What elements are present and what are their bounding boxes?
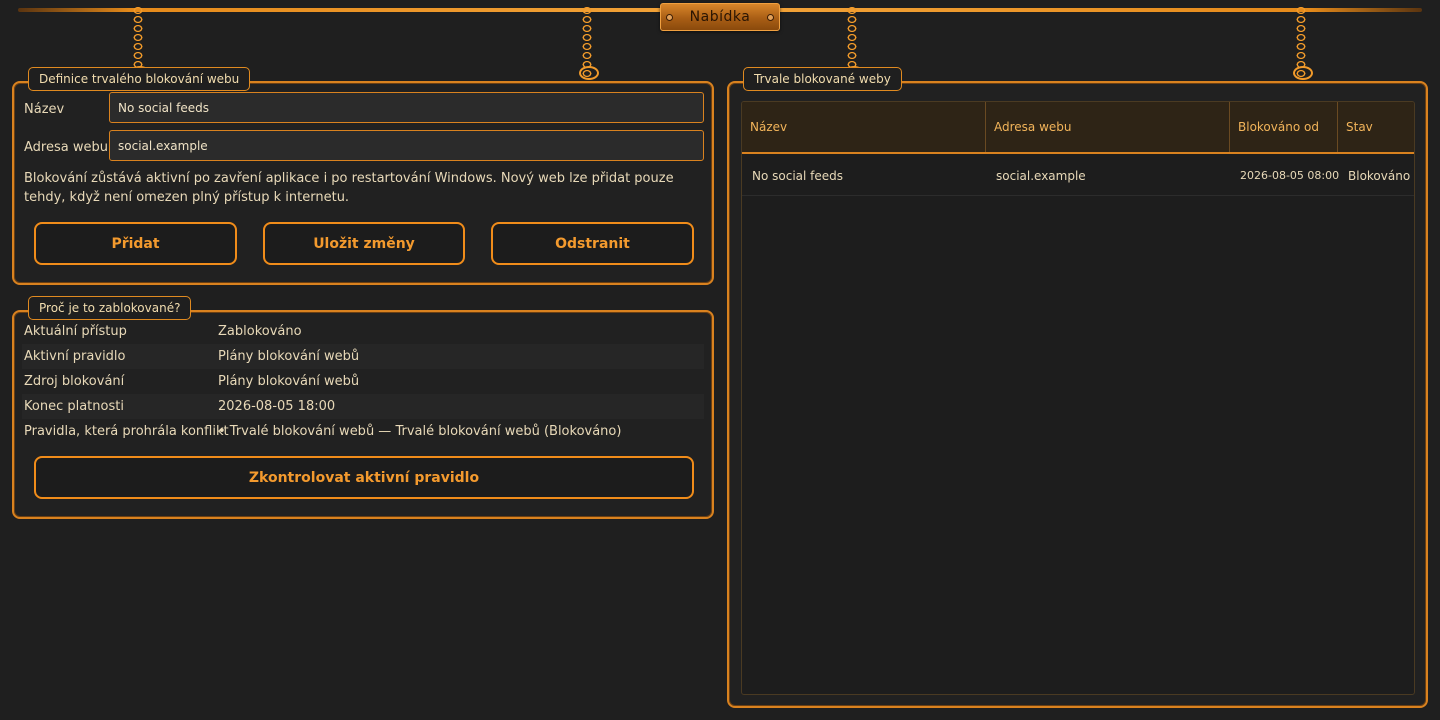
status-row: Aktivní pravidlo Plány blokování webů [22, 344, 704, 369]
column-header-blocked-since[interactable]: Blokováno od [1230, 102, 1338, 152]
remove-button[interactable]: Odstranit [491, 222, 694, 265]
status-row: Aktuální přístup Zablokováno [22, 319, 704, 344]
add-button[interactable]: Přidat [34, 222, 237, 265]
info-text: Blokování zůstává aktivní po zavření apl… [24, 171, 674, 205]
menu-button[interactable]: Nabídka [660, 3, 780, 31]
save-button[interactable]: Uložit změny [263, 222, 465, 265]
chain-decoration [579, 6, 599, 80]
status-value: Zablokováno [218, 324, 302, 339]
table-header: Název Adresa webu Blokováno od Stav [742, 102, 1414, 154]
table-row[interactable]: No social feeds social.example 2026-08-0… [742, 156, 1414, 196]
status-key: Pravidla, která prohrála konflikt [24, 424, 229, 439]
status-row: Pravidla, která prohrála konflikt • Trva… [22, 419, 704, 444]
name-label: Název [24, 102, 65, 117]
blocked-sites-table: Název Adresa webu Blokováno od Stav No s… [741, 101, 1415, 695]
rivet-icon [666, 14, 673, 21]
why-blocked-group-title: Proč je to zablokované? [28, 296, 192, 320]
menu-label: Nabídka [689, 9, 751, 25]
chain-decoration [1293, 6, 1313, 80]
check-active-rule-button[interactable]: Zkontrolovat aktivní pravidlo [34, 456, 694, 499]
status-value: Plány blokování webů [218, 374, 360, 389]
status-row: Konec platnosti 2026-08-05 18:00 [22, 394, 704, 419]
column-header-status[interactable]: Stav [1338, 102, 1414, 152]
status-key: Aktivní pravidlo [24, 349, 126, 364]
status-key: Aktuální přístup [24, 324, 127, 339]
cell-status: Blokováno [1348, 168, 1411, 183]
status-value: 2026-08-05 18:00 [218, 399, 336, 414]
blocked-sites-group: Trvale blokované weby Název Adresa webu … [727, 67, 1428, 708]
column-header-name[interactable]: Název [742, 102, 986, 152]
blocked-sites-group-title: Trvale blokované weby [743, 67, 902, 91]
name-input[interactable] [109, 92, 704, 123]
definition-group-title: Definice trvalého blokování webu [28, 67, 251, 91]
cell-address: social.example [996, 168, 1086, 183]
cell-blocked-since: 2026-08-05 08:00 [1240, 169, 1340, 182]
definition-group: Definice trvalého blokování webu Název A… [12, 67, 714, 285]
address-label: Adresa webu [24, 140, 108, 155]
status-key: Zdroj blokování [24, 374, 125, 389]
status-key: Konec platnosti [24, 399, 124, 414]
address-input[interactable] [109, 130, 704, 161]
column-header-address[interactable]: Adresa webu [986, 102, 1230, 152]
status-row: Zdroj blokování Plány blokování webů [22, 369, 704, 394]
rivet-icon [767, 14, 774, 21]
why-blocked-group: Proč je to zablokované? Aktuální přístup… [12, 296, 714, 519]
status-value: Plány blokování webů [218, 349, 360, 364]
status-value: • Trvalé blokování webů — Trvalé bloková… [218, 424, 622, 439]
cell-name: No social feeds [752, 168, 844, 183]
